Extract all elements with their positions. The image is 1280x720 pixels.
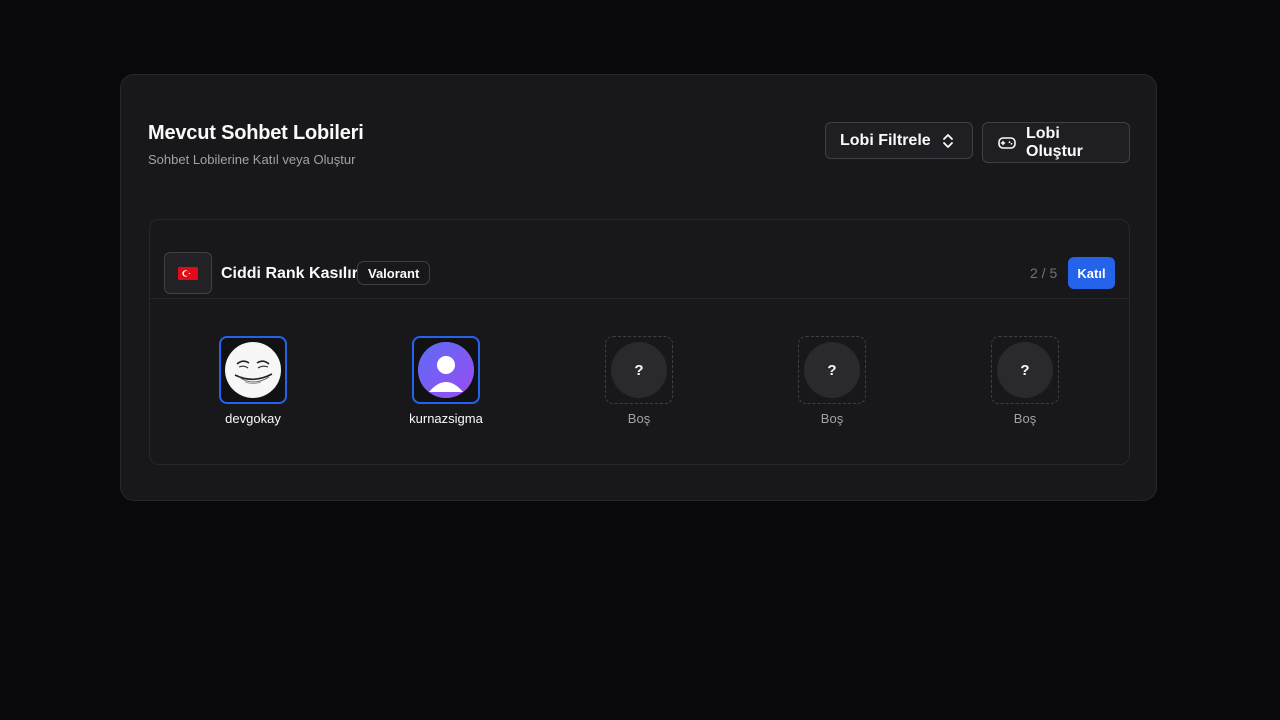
avatar-frame — [219, 336, 287, 404]
empty-avatar-frame: ? — [991, 336, 1059, 404]
member-slot: kurnazsigma — [386, 336, 506, 426]
lobby-header: Ciddi Rank Kasılır Valorant 2 / 5 Katıl — [150, 220, 1129, 299]
join-button[interactable]: Katıl — [1068, 257, 1115, 289]
default-user-avatar — [418, 342, 474, 398]
troll-face-avatar — [225, 342, 281, 398]
member-name: devgokay — [225, 411, 281, 426]
turkey-flag-icon — [178, 266, 198, 280]
empty-slot-label: Boş — [627, 411, 651, 426]
user-silhouette-icon — [418, 342, 474, 398]
question-mark-icon: ? — [611, 342, 667, 398]
filter-lobby-label: Lobi Filtrele — [840, 131, 931, 149]
game-badge: Valorant — [357, 261, 431, 285]
empty-slot-label: Boş — [1013, 411, 1037, 426]
empty-slot: ? Boş — [579, 336, 699, 426]
troll-face-icon — [226, 344, 280, 396]
create-lobby-button[interactable]: Lobi Oluştur — [982, 122, 1130, 163]
empty-avatar-frame: ? — [605, 336, 673, 404]
member-count: 2 / 5 — [1030, 265, 1058, 281]
gamepad-icon — [998, 136, 1016, 149]
member-slot: devgokay — [193, 336, 313, 426]
lobby-card: Ciddi Rank Kasılır Valorant 2 / 5 Katıl — [149, 219, 1130, 465]
page-title: Mevcut Sohbet Lobileri — [148, 122, 364, 144]
lobby-name: Ciddi Rank Kasılır — [221, 265, 358, 282]
avatar-frame — [412, 336, 480, 404]
lobby-flag — [164, 252, 212, 294]
filter-lobby-button[interactable]: Lobi Filtrele — [825, 122, 973, 159]
question-mark-icon: ? — [997, 342, 1053, 398]
lobbies-panel: Mevcut Sohbet Lobileri Sohbet Lobilerine… — [120, 74, 1157, 501]
member-name: kurnazsigma — [409, 411, 483, 426]
empty-slot: ? Boş — [965, 336, 1085, 426]
page-subtitle: Sohbet Lobilerine Katıl veya Oluştur — [148, 152, 356, 167]
empty-avatar-frame: ? — [798, 336, 866, 404]
empty-slot-label: Boş — [820, 411, 844, 426]
empty-slot: ? Boş — [772, 336, 892, 426]
question-mark-icon: ? — [804, 342, 860, 398]
create-lobby-label: Lobi Oluştur — [1026, 124, 1083, 160]
chevrons-up-down-icon — [942, 133, 953, 148]
